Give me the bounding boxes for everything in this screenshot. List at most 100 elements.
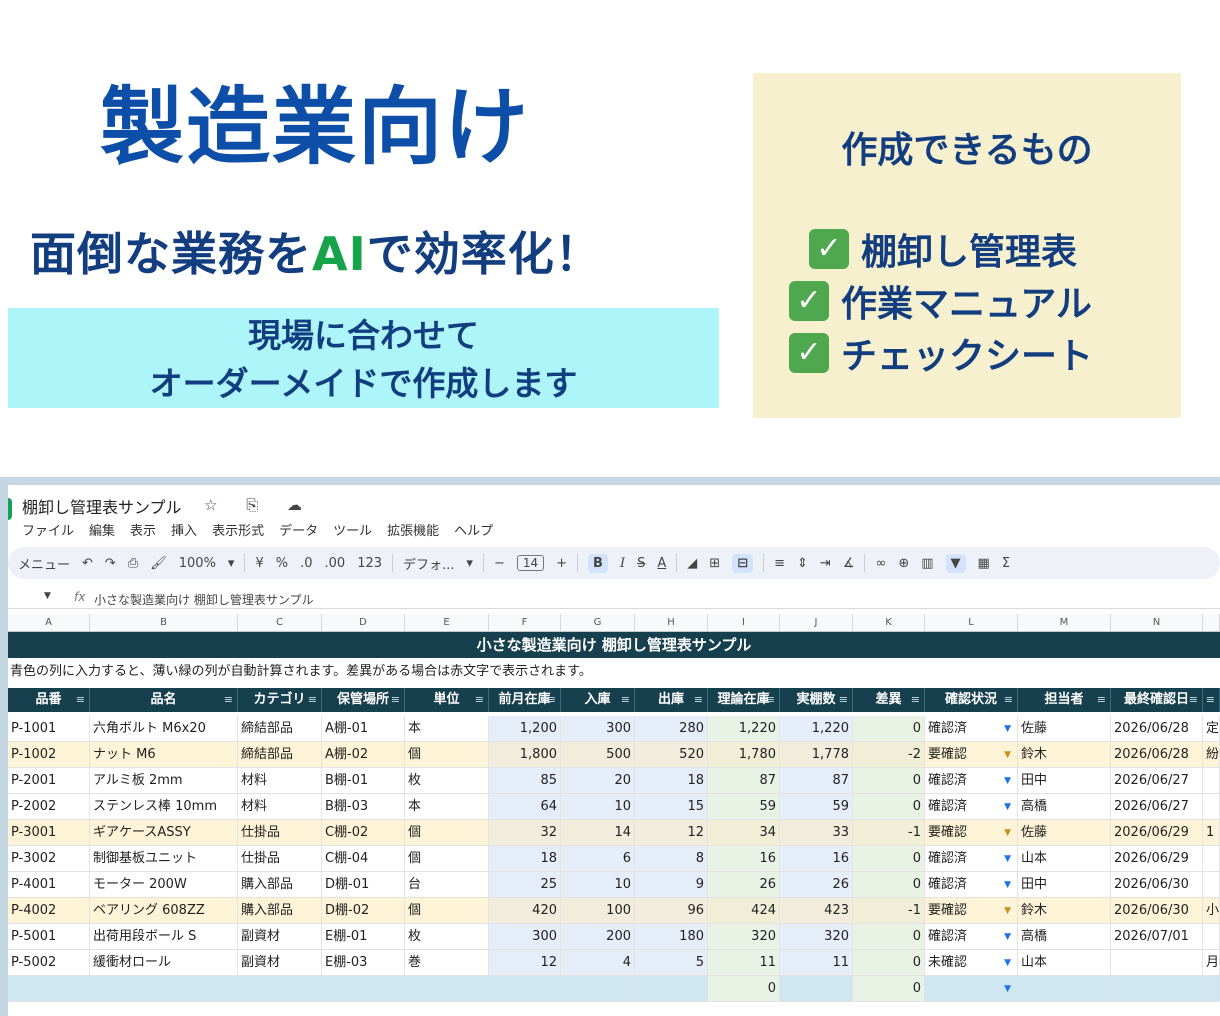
cell-actual-count[interactable]: 1,220: [780, 716, 853, 741]
sheet-instruction-note[interactable]: 青色の列に入力すると、薄い緑の列が自動計算されます。差異がある場合は赤文字で表示…: [10, 660, 592, 679]
cell-difference[interactable]: 0: [853, 872, 925, 897]
decrease-decimal-button[interactable]: .0: [300, 556, 312, 571]
cell-extra[interactable]: 小: [1203, 898, 1220, 923]
cell-location[interactable]: A棚-01: [322, 716, 405, 741]
cell-inbound[interactable]: 10: [561, 872, 635, 897]
title-icons[interactable]: ☆ ⎘ ☁: [204, 496, 314, 514]
link-icon[interactable]: ∞: [875, 556, 886, 571]
column-letter[interactable]: J: [780, 614, 853, 631]
cell-part-name[interactable]: アルミ板 2mm: [90, 768, 238, 793]
empty-cell[interactable]: [635, 976, 708, 1001]
filter-icon[interactable]: ▼: [945, 553, 966, 573]
cell-inbound[interactable]: 500: [561, 742, 635, 767]
cell-last-checked[interactable]: 2026/06/29: [1111, 820, 1203, 845]
cell-owner[interactable]: 佐藤: [1018, 716, 1111, 741]
cell-theoretical-stock[interactable]: 26: [708, 872, 780, 897]
menu-extensions[interactable]: 拡張機能: [387, 520, 439, 539]
currency-button[interactable]: ¥: [255, 556, 263, 571]
cell-unit[interactable]: 台: [405, 872, 489, 897]
cell-status[interactable]: 要確認 ▼: [925, 742, 1018, 767]
cell-last-checked[interactable]: [1111, 950, 1203, 975]
cell-theoretical-stock[interactable]: 11: [708, 950, 780, 975]
cell-inbound[interactable]: 20: [561, 768, 635, 793]
cell-actual-count[interactable]: 59: [780, 794, 853, 819]
cell-category[interactable]: 材料: [238, 768, 322, 793]
font-select[interactable]: デフォ...: [403, 554, 454, 573]
cell-location[interactable]: B棚-03: [322, 794, 405, 819]
column-letter[interactable]: K: [853, 614, 925, 631]
cell-part-no[interactable]: P-3002: [8, 846, 90, 871]
header-extra[interactable]: [1203, 688, 1220, 712]
italic-button[interactable]: I: [620, 556, 625, 571]
cell-prev-stock[interactable]: 25: [489, 872, 561, 897]
cell-extra[interactable]: [1203, 846, 1220, 871]
paint-format-icon[interactable]: 🖌: [150, 556, 167, 571]
cell-inbound[interactable]: 14: [561, 820, 635, 845]
cell-prev-stock[interactable]: 1,800: [489, 742, 561, 767]
cell-outbound[interactable]: 5: [635, 950, 708, 975]
dropdown-arrow-icon[interactable]: ▼: [1004, 820, 1011, 845]
cell-status[interactable]: 確認済 ▼: [925, 924, 1018, 949]
text-rotate-icon[interactable]: ∡: [843, 556, 855, 571]
cell-theoretical-stock[interactable]: 34: [708, 820, 780, 845]
cell-owner[interactable]: 高橋: [1018, 924, 1111, 949]
cell-outbound[interactable]: 520: [635, 742, 708, 767]
cell-category[interactable]: 副資材: [238, 924, 322, 949]
cell-actual-count[interactable]: 33: [780, 820, 853, 845]
header-last-checked[interactable]: 最終確認日: [1111, 688, 1203, 712]
cell-prev-stock[interactable]: 64: [489, 794, 561, 819]
cell-prev-stock[interactable]: 18: [489, 846, 561, 871]
menu-file[interactable]: ファイル: [22, 520, 74, 539]
strikethrough-button[interactable]: S: [637, 556, 645, 571]
cell-last-checked[interactable]: 2026/06/27: [1111, 768, 1203, 793]
cell-difference[interactable]: -1: [853, 820, 925, 845]
cell-theoretical-stock[interactable]: 320: [708, 924, 780, 949]
cell-owner[interactable]: 田中: [1018, 872, 1111, 897]
font-size-increase-icon[interactable]: +: [556, 556, 567, 571]
cell-location[interactable]: E棚-03: [322, 950, 405, 975]
cell-extra[interactable]: [1203, 924, 1220, 949]
empty-cell[interactable]: [238, 976, 322, 1001]
cell-location[interactable]: A棚-02: [322, 742, 405, 767]
dropdown-arrow-icon[interactable]: ▼: [1004, 950, 1011, 975]
column-letter[interactable]: B: [90, 614, 238, 631]
cell-location[interactable]: C棚-02: [322, 820, 405, 845]
empty-cell[interactable]: ▼: [925, 976, 1018, 1001]
cell-prev-stock[interactable]: 32: [489, 820, 561, 845]
column-letter[interactable]: C: [238, 614, 322, 631]
cell-owner[interactable]: 鈴木: [1018, 742, 1111, 767]
cell-part-no[interactable]: P-1001: [8, 716, 90, 741]
cell-outbound[interactable]: 8: [635, 846, 708, 871]
comment-icon[interactable]: ⊕: [898, 556, 909, 571]
cell-inbound[interactable]: 200: [561, 924, 635, 949]
header-prev-stock[interactable]: 前月在庫: [489, 688, 561, 712]
cell-extra[interactable]: 紛: [1203, 742, 1220, 767]
menu-search[interactable]: メニュー: [18, 554, 70, 573]
cell-part-name[interactable]: 制御基板ユニット: [90, 846, 238, 871]
cell-last-checked[interactable]: 2026/06/30: [1111, 872, 1203, 897]
chevron-down-icon[interactable]: ▾: [466, 556, 473, 571]
print-icon[interactable]: ⎙: [128, 556, 138, 571]
header-owner[interactable]: 担当者: [1018, 688, 1111, 712]
column-letter[interactable]: F: [489, 614, 561, 631]
menu-format[interactable]: 表示形式: [212, 520, 264, 539]
cell-outbound[interactable]: 12: [635, 820, 708, 845]
empty-cell[interactable]: [1111, 976, 1203, 1001]
cell-part-name[interactable]: モーター 200W: [90, 872, 238, 897]
cell-part-name[interactable]: ナット M6: [90, 742, 238, 767]
cell-status[interactable]: 要確認 ▼: [925, 898, 1018, 923]
cell-part-name[interactable]: 六角ボルト M6x20: [90, 716, 238, 741]
cell-part-no[interactable]: P-5001: [8, 924, 90, 949]
cell-part-name[interactable]: ステンレス棒 10mm: [90, 794, 238, 819]
cell-location[interactable]: E棚-01: [322, 924, 405, 949]
cell-outbound[interactable]: 18: [635, 768, 708, 793]
dropdown-arrow-icon[interactable]: ▼: [1004, 794, 1011, 819]
cell-theoretical-stock[interactable]: 16: [708, 846, 780, 871]
cell-difference[interactable]: -1: [853, 898, 925, 923]
cell-status[interactable]: 確認済 ▼: [925, 794, 1018, 819]
menu-edit[interactable]: 編集: [89, 520, 115, 539]
cell-inbound[interactable]: 100: [561, 898, 635, 923]
cell-part-no[interactable]: P-1002: [8, 742, 90, 767]
menu-insert[interactable]: 挿入: [171, 520, 197, 539]
cell-extra[interactable]: 月: [1203, 950, 1220, 975]
